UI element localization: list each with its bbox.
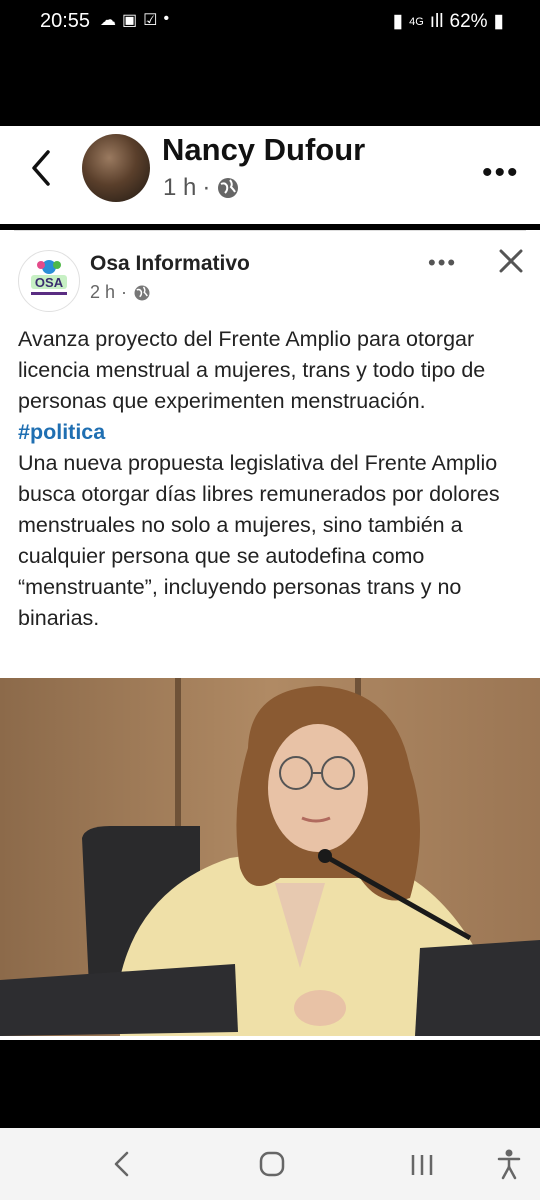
nav-recents-icon[interactable] xyxy=(408,1152,436,1178)
nav-back-icon[interactable] xyxy=(112,1150,132,1178)
globe-icon xyxy=(218,178,239,198)
globe-icon xyxy=(134,285,150,300)
battery-level: 62% xyxy=(449,10,488,32)
accessibility-icon[interactable] xyxy=(496,1148,522,1180)
nav-home-icon[interactable] xyxy=(258,1150,286,1178)
post-text: Avanza proyecto del Frente Amplio para o… xyxy=(18,324,523,634)
more-options-icon[interactable]: ••• xyxy=(428,250,457,276)
check-icon: ☑ xyxy=(143,12,158,29)
dot-icon: • xyxy=(163,10,170,27)
meta-separator: · xyxy=(202,174,211,201)
shared-post: OSA Osa Informativo 2 h · ••• Avanza pro… xyxy=(0,230,540,1040)
empty-space xyxy=(0,1040,540,1128)
battery-icon: ▮ xyxy=(493,11,504,32)
page-logo[interactable]: OSA xyxy=(18,250,80,312)
post-header: Nancy Dufour 1 h · ••• xyxy=(0,126,540,224)
post-headline: Avanza proyecto del Frente Amplio para o… xyxy=(18,327,486,413)
post-time[interactable]: 1 h xyxy=(163,174,196,202)
network-type: 4G xyxy=(409,15,424,28)
meta-separator: · xyxy=(121,282,128,302)
divider xyxy=(14,230,526,231)
battery-saver-icon: ▮ xyxy=(392,11,404,32)
post-photo[interactable] xyxy=(0,678,540,1036)
notification-icons: ☁ ▣ ☑ • xyxy=(100,10,169,30)
close-icon[interactable] xyxy=(496,246,526,276)
more-options-icon[interactable]: ••• xyxy=(482,156,520,190)
post-body: Una nueva propuesta legislativa del Fren… xyxy=(18,451,500,630)
shared-post-time[interactable]: 2 h xyxy=(90,282,115,303)
shared-post-meta: 2 h · xyxy=(90,282,151,303)
author-name[interactable]: Nancy Dufour xyxy=(162,132,365,168)
status-time: 20:55 xyxy=(40,10,91,32)
back-arrow-icon[interactable] xyxy=(28,148,54,188)
photo-illustration xyxy=(0,678,540,1036)
cloud-icon: ☁ xyxy=(100,12,116,29)
image-icon: ▣ xyxy=(122,12,138,29)
signal-icon: ıll xyxy=(429,10,444,32)
author-avatar[interactable] xyxy=(82,134,150,202)
osa-logo-icon: OSA xyxy=(31,260,67,295)
status-bar: 20:55 ☁ ▣ ☑ • ▮ 4G ıll 62% ▮ xyxy=(0,0,540,126)
post-meta: 1 h · xyxy=(163,174,240,202)
hashtag-link[interactable]: #politica xyxy=(18,417,523,448)
system-icons: ▮ 4G ıll 62% ▮ xyxy=(393,10,504,33)
logo-text: OSA xyxy=(35,275,64,290)
system-navigation-bar xyxy=(0,1128,540,1200)
page-name[interactable]: Osa Informativo xyxy=(90,252,250,276)
